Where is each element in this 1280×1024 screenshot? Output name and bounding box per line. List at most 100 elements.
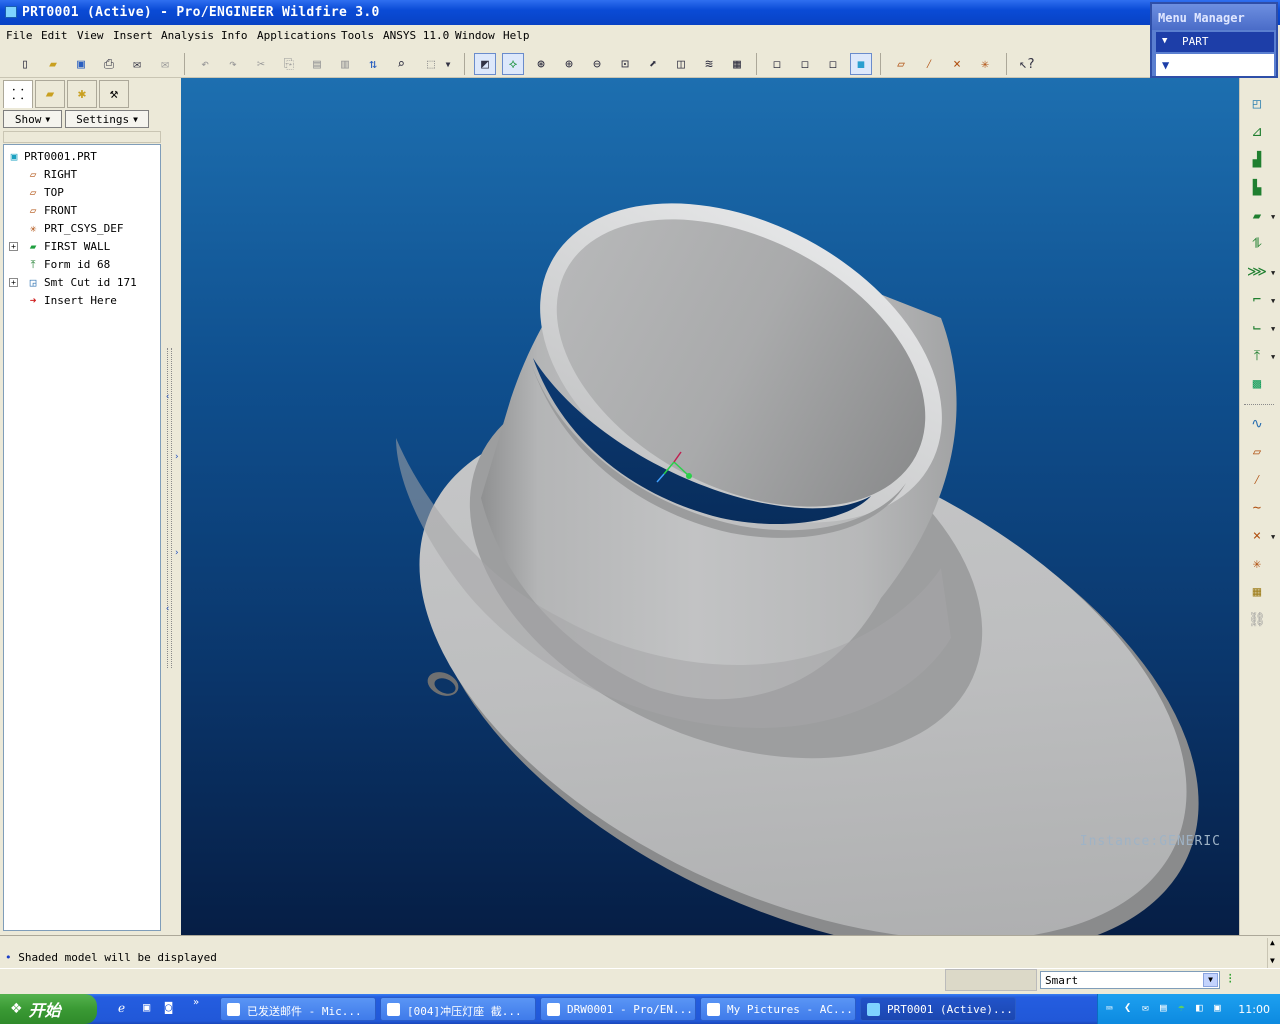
task-drawing[interactable]: DRW0001 - Pro/EN...	[540, 997, 696, 1021]
scroll-down-icon[interactable]: ▼	[1270, 956, 1275, 965]
mail-tray-icon[interactable]: ✉	[1142, 1001, 1149, 1014]
expand-icon[interactable]: +	[9, 242, 18, 251]
menu-manager-part[interactable]: ▼ PART	[1156, 32, 1274, 52]
selection-filter[interactable]: Smart ▼	[1040, 971, 1220, 989]
scroll-up-icon[interactable]: ▲	[1270, 938, 1275, 947]
chevron-down-icon[interactable]: ▼	[1203, 973, 1218, 987]
graphics-window[interactable]: Instance:GENERIC	[181, 78, 1239, 935]
collapse-left-icon[interactable]: ‹	[165, 392, 170, 402]
tree-item-first-wall[interactable]: + ▰ FIRST WALL	[4, 238, 160, 256]
wireframe-icon[interactable]: ◻	[766, 53, 788, 75]
datum-planes-toggle-icon[interactable]: ▱	[890, 53, 912, 75]
csys-toggle-icon[interactable]: ✳	[974, 53, 996, 75]
task-capture[interactable]: [004]冲压灯座 截...	[380, 997, 536, 1021]
quicklaunch-app-icon[interactable]: ◙	[165, 1000, 172, 1014]
network-icon[interactable]: ▤	[1160, 1001, 1167, 1014]
csys-tool-icon[interactable]: ✳	[1244, 552, 1270, 576]
redo-icon[interactable]: ↷	[222, 53, 244, 75]
triangle-down-icon[interactable]: ▼	[1162, 58, 1169, 72]
menu-window[interactable]: Window	[455, 29, 495, 42]
bend-icon[interactable]: ⌐	[1244, 288, 1270, 312]
print-icon[interactable]: ⎙	[98, 53, 120, 75]
chevron-down-icon[interactable]: ▼	[1271, 353, 1275, 361]
task-pictures[interactable]: My Pictures - AC...	[700, 997, 856, 1021]
menu-analysis[interactable]: Analysis	[161, 29, 214, 42]
zoom-out-icon[interactable]: ⊖	[586, 53, 608, 75]
sketch-icon[interactable]: ∿	[1244, 412, 1270, 436]
regenerate-icon[interactable]: ⇅	[362, 53, 384, 75]
tray-app-icon[interactable]: ▣	[1214, 1001, 1221, 1014]
chevron-down-icon[interactable]: ▼	[1271, 213, 1275, 221]
tree-item-insert-here[interactable]: ➜ Insert Here	[4, 292, 160, 310]
tree-item-right[interactable]: ▱ RIGHT	[4, 166, 160, 184]
layers-icon[interactable]: ≋	[698, 53, 720, 75]
settings-dropdown[interactable]: Settings ▼	[65, 110, 149, 128]
menu-edit[interactable]: Edit	[41, 29, 68, 42]
expand-icon[interactable]: +	[9, 278, 18, 287]
reorient-icon[interactable]: ⬈	[642, 53, 664, 75]
paste-special-icon[interactable]: ▥	[334, 53, 356, 75]
chevron-down-icon[interactable]: ▼	[442, 53, 454, 75]
chain-icon[interactable]: ⛓	[1244, 608, 1270, 632]
keyboard-icon[interactable]: ⌨	[1106, 1002, 1113, 1015]
orient-mode-icon[interactable]: ⊛	[530, 53, 552, 75]
copy-icon[interactable]: ⎘	[278, 53, 300, 75]
repaint-icon[interactable]: ◩	[474, 53, 496, 75]
selection-box-icon[interactable]: ⬚	[420, 53, 442, 75]
analysis-tool-icon[interactable]: ▦	[1244, 580, 1270, 604]
start-button[interactable]: ❖ 开始	[0, 994, 97, 1024]
quicklaunch-more-icon[interactable]: »	[193, 997, 199, 1008]
menu-applications[interactable]: Applications	[257, 29, 336, 42]
menu-ansys[interactable]: ANSYS 11.0	[383, 29, 449, 42]
no-hidden-icon[interactable]: ◻	[822, 53, 844, 75]
menu-info[interactable]: Info	[221, 29, 248, 42]
menu-insert[interactable]: Insert	[113, 29, 153, 42]
refit-icon[interactable]: ⊡	[614, 53, 636, 75]
datum-curve-tool-icon[interactable]: ∼	[1244, 496, 1270, 520]
datum-point-tool-icon[interactable]: ×	[1244, 524, 1270, 548]
chevron-down-icon[interactable]: ▼	[1271, 533, 1275, 541]
undo-icon[interactable]: ↶	[194, 53, 216, 75]
menu-file[interactable]: File	[6, 29, 33, 42]
extrude-wall-icon[interactable]: ▰	[1244, 204, 1270, 228]
spin-center-icon[interactable]: ⟡	[502, 53, 524, 75]
tree-item-top[interactable]: ▱ TOP	[4, 184, 160, 202]
task-mail[interactable]: 已发送邮件 - Mic...	[220, 997, 376, 1021]
tree-item-part[interactable]: ▣ PRT0001.PRT	[4, 148, 160, 166]
antivirus-icon[interactable]: ☂	[1178, 1001, 1185, 1014]
zoom-in-icon[interactable]: ⊕	[558, 53, 580, 75]
form-tool-icon[interactable]: ⤒	[1244, 344, 1270, 368]
hidden-line-icon[interactable]: ◻	[794, 53, 816, 75]
find-icon[interactable]: ⌕	[390, 53, 412, 75]
unbend-icon[interactable]: ⌙	[1244, 316, 1270, 340]
volume-icon[interactable]: ◧	[1196, 1001, 1203, 1014]
paste-icon[interactable]: ▤	[306, 53, 328, 75]
save-icon[interactable]: ▣	[70, 53, 92, 75]
clock[interactable]: 11:00	[1238, 1003, 1270, 1016]
tab-folder-browser[interactable]: ▰	[35, 80, 65, 108]
collapse-left-icon[interactable]: ‹	[165, 604, 170, 614]
shading-icon[interactable]: ◼	[850, 53, 872, 75]
tab-connections[interactable]: ⚒	[99, 80, 129, 108]
chevron-down-icon[interactable]: ▼	[1271, 325, 1275, 333]
flat-wall-icon[interactable]: ⊿	[1244, 120, 1270, 144]
saved-views-icon[interactable]: ◫	[670, 53, 692, 75]
datum-points-toggle-icon[interactable]: ×	[946, 53, 968, 75]
cut-icon[interactable]: ✂	[250, 53, 272, 75]
tree-item-smt-cut[interactable]: + ◲ Smt Cut id 171	[4, 274, 160, 292]
open-folder-icon[interactable]: ▰	[42, 53, 64, 75]
tab-model-tree[interactable]: ⸬	[3, 80, 33, 108]
datum-plane-tool-icon[interactable]: ▱	[1244, 440, 1270, 464]
pane-splitter[interactable]: ‹ › › ‹	[165, 78, 181, 935]
quicklaunch-ie-icon[interactable]: ℯ	[118, 1001, 125, 1015]
menu-view[interactable]: View	[77, 29, 104, 42]
chevron-down-icon[interactable]: ▼	[1271, 297, 1275, 305]
show-dropdown[interactable]: Show ▼	[3, 110, 62, 128]
tree-item-csys[interactable]: ✳ PRT_CSYS_DEF	[4, 220, 160, 238]
expand-right-icon[interactable]: ›	[174, 548, 179, 558]
send-mail-icon[interactable]: ✉	[126, 53, 148, 75]
datum-axes-toggle-icon[interactable]: ⁄	[918, 53, 940, 75]
rip-icon[interactable]: ⥮	[1244, 232, 1270, 256]
flange-wall-icon[interactable]: ▟	[1244, 148, 1270, 172]
new-file-icon[interactable]: ▯	[14, 53, 36, 75]
